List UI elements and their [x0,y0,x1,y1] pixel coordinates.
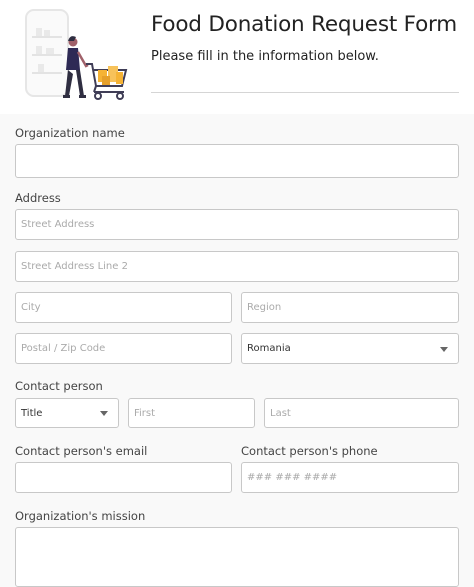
first-name-input[interactable]: First [128,398,255,428]
title-select[interactable]: Title [15,398,119,428]
postal-code-input[interactable]: Postal / Zip Code [15,333,232,364]
header-divider [151,92,459,93]
address-label: Address [15,191,61,205]
country-select[interactable]: Romania [241,333,459,364]
contact-person-label: Contact person [15,379,103,393]
title-select-value: Title [21,407,43,419]
page-subtitle: Please fill in the information below. [151,49,379,64]
org-name-label: Organization name [15,126,125,140]
mission-label: Organization's mission [15,509,146,523]
org-name-input[interactable] [15,144,459,178]
city-input[interactable]: City [15,292,232,323]
chevron-down-icon [440,346,448,352]
page-title: Food Donation Request Form [151,12,458,37]
email-label: Contact person's email [15,444,148,458]
street-address-input[interactable]: Street Address [15,209,459,240]
email-input[interactable] [15,462,232,493]
mission-textarea[interactable] [15,527,459,587]
region-input[interactable]: Region [241,292,459,323]
last-name-input[interactable]: Last [264,398,459,428]
country-select-value: Romania [247,343,291,354]
form-header: Food Donation Request Form Please fill i… [0,0,474,114]
phone-input[interactable]: ### ### #### [241,462,459,493]
chevron-down-icon [100,411,108,416]
phone-label: Contact person's phone [241,444,378,458]
street-address-line2-input[interactable]: Street Address Line 2 [15,251,459,282]
shopping-cart-illustration-icon [25,9,128,100]
